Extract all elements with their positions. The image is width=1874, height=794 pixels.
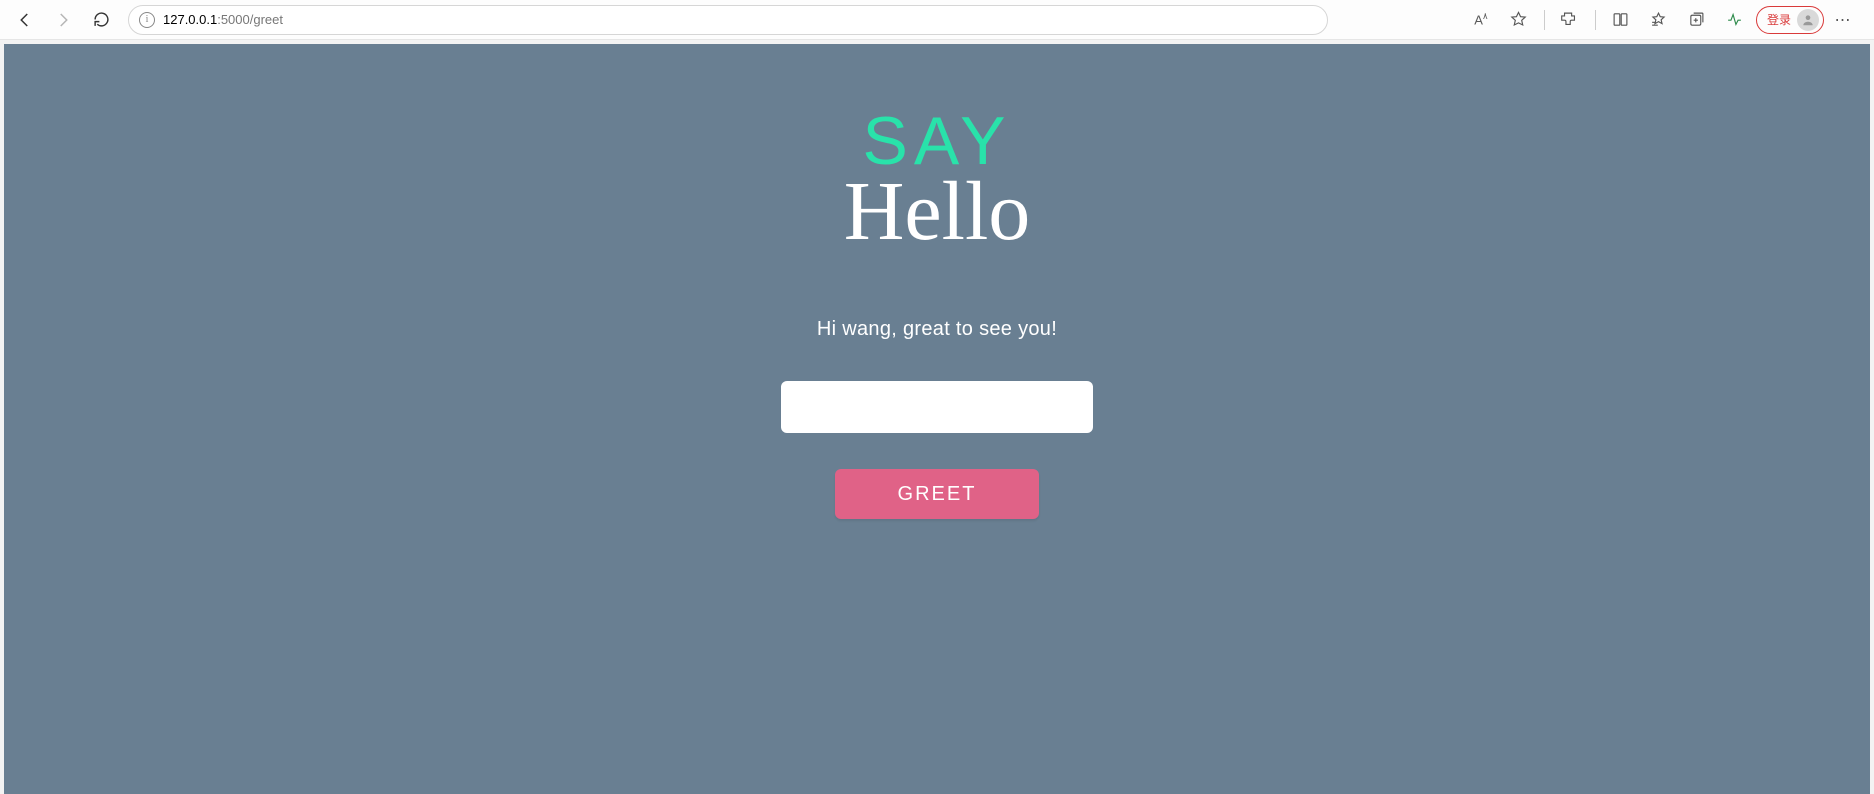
url-text: 127.0.0.1:5000/greet [163,12,283,27]
refresh-button[interactable] [86,5,116,35]
split-screen-icon[interactable] [1604,5,1638,35]
address-bar[interactable]: i 127.0.0.1:5000/greet [128,5,1328,35]
url-host: 127.0.0.1 [163,12,217,27]
site-info-icon[interactable]: i [139,12,155,28]
favorite-star-icon[interactable] [1502,5,1536,35]
read-aloud-icon[interactable]: A٨ [1464,5,1498,35]
avatar-icon [1797,9,1819,31]
greeting-text: Hi wang, great to see you! [817,318,1057,341]
login-button[interactable]: 登录 [1756,6,1824,34]
title-bottom: Hello [844,170,1031,254]
url-path: :5000/greet [217,12,283,27]
forward-button[interactable] [48,5,78,35]
login-label: 登录 [1767,11,1791,28]
more-menu-button[interactable]: ⋯ [1828,10,1858,30]
browser-toolbar: i 127.0.0.1:5000/greet A٨ 登录 [0,0,1874,40]
performance-icon[interactable] [1718,5,1752,35]
toolbar-right: A٨ 登录 ⋯ [1464,5,1864,35]
page-content: SAY Hello Hi wang, great to see you! GRE… [4,44,1870,794]
greet-button[interactable]: GREET [835,469,1039,519]
favorites-list-icon[interactable] [1642,5,1676,35]
collections-icon[interactable] [1680,5,1714,35]
back-button[interactable] [10,5,40,35]
name-input[interactable] [781,381,1093,433]
extensions-icon[interactable] [1553,5,1587,35]
